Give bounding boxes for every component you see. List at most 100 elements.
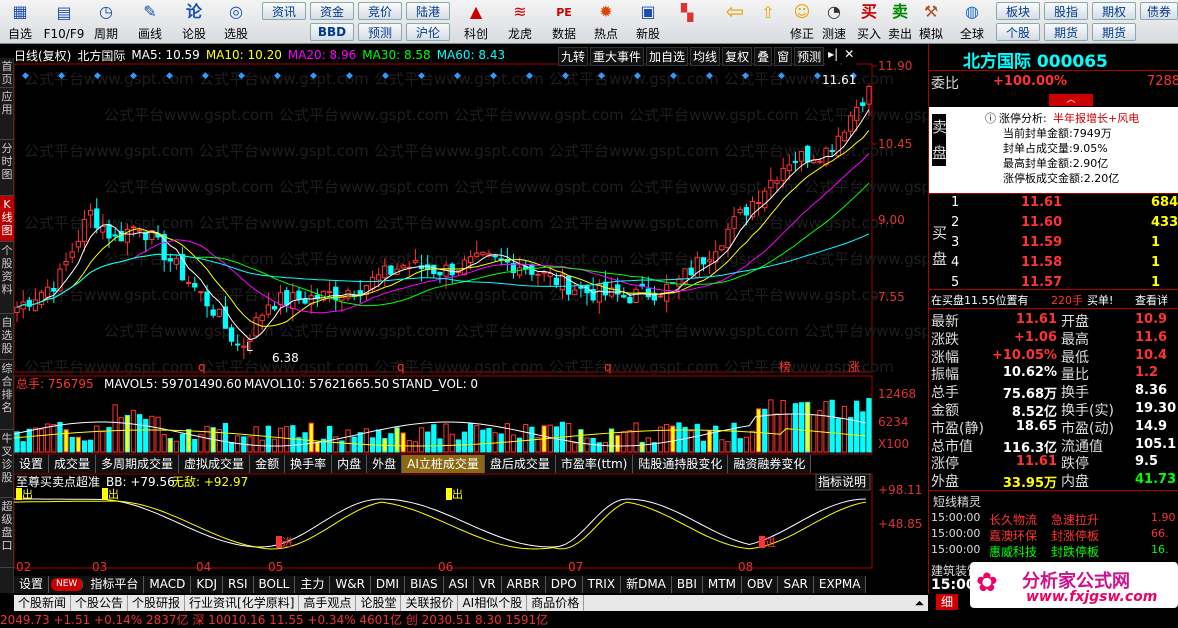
ind-tab-trix[interactable]: TRIX: [583, 576, 622, 593]
tab-outer[interactable]: 外盘: [367, 455, 403, 473]
toolbar-hot[interactable]: ✹ 热点: [586, 2, 626, 42]
tab-hk-connect[interactable]: 陆股通持股变化: [633, 455, 729, 473]
ind-tab-newdma[interactable]: 新DMA: [621, 576, 672, 593]
btn-overlay[interactable]: 叠: [754, 47, 773, 66]
tab-multi-volume[interactable]: 多周期成交量: [96, 455, 180, 473]
ind-tab-obv[interactable]: OBV: [742, 576, 779, 593]
tab-ai-similar[interactable]: AI相似个股: [458, 595, 528, 611]
btn-predict[interactable]: 预测: [794, 47, 825, 66]
sidebar-timeshare[interactable]: 分时图: [0, 140, 14, 196]
tab-announce[interactable]: 个股公告: [71, 595, 129, 611]
btn-forecast[interactable]: 预测: [358, 23, 402, 41]
btn-futures-2[interactable]: 期货: [1092, 23, 1136, 41]
btn-hk[interactable]: 陆港: [406, 2, 450, 20]
ind-tab-mtm[interactable]: MTM: [703, 576, 742, 593]
kline-chart[interactable]: 公式平台www.gspt.com 公式平台www.gspt.com 公式平台www.…: [13, 44, 974, 576]
btn-stock[interactable]: 个股: [996, 23, 1040, 41]
toolbar-kechuang[interactable]: ▲ 科创: [456, 2, 496, 42]
ind-tab-platform[interactable]: 指标平台: [85, 576, 145, 593]
ind-tab-rsi[interactable]: RSI: [223, 576, 254, 593]
ind-tab-dpo[interactable]: DPO: [546, 576, 583, 593]
toolbar-period[interactable]: ◷ 周期: [88, 2, 124, 42]
view-detail-link[interactable]: 查看详: [1135, 292, 1168, 308]
sidebar-rank[interactable]: 综合排名: [0, 360, 14, 430]
btn-ma[interactable]: 均线: [690, 47, 721, 66]
toolbar-f10[interactable]: ▤ F10/F9: [44, 2, 85, 42]
btn-jiuzhuan[interactable]: 九转: [558, 47, 589, 66]
ind-tab-boll[interactable]: BOLL: [254, 576, 296, 593]
sidebar-profile[interactable]: 个股资料: [0, 242, 14, 314]
ind-tab-sar[interactable]: SAR: [778, 576, 814, 593]
ind-tab-bias[interactable]: BIAS: [405, 576, 444, 593]
btn-sector[interactable]: 板块: [996, 2, 1040, 20]
btn-option[interactable]: 期权: [1092, 2, 1136, 20]
ind-tab-bbi[interactable]: BBI: [672, 576, 703, 593]
tab-margin[interactable]: 融资融券变化: [728, 455, 812, 473]
toolbar-layout[interactable]: ▚: [672, 2, 702, 42]
btn-index[interactable]: 股指: [1044, 2, 1088, 20]
toolbar-fix[interactable]: ☺ 修正: [786, 2, 818, 42]
tab-ai-volume[interactable]: AI立桩成交量: [402, 455, 485, 473]
toolbar-data[interactable]: PE 数据: [544, 2, 584, 42]
tab-commodity[interactable]: 商品价格: [527, 595, 585, 611]
toolbar-picker[interactable]: ◎ 选股: [218, 2, 254, 42]
sidebar-orderbook[interactable]: 超级盘口: [0, 498, 14, 568]
toolbar-buy[interactable]: 买买入: [854, 2, 884, 42]
tab-forum[interactable]: 论股堂: [356, 595, 402, 611]
tab-research[interactable]: 个股研报: [128, 595, 186, 611]
toolbar-watchlist[interactable]: ▦ 自选: [4, 2, 36, 42]
expand-icon[interactable]: ⏶: [584, 595, 928, 611]
toolbar-speed[interactable]: ◔ 测速: [818, 2, 850, 42]
tab-related[interactable]: 关联报价: [401, 595, 459, 611]
spirit-stock[interactable]: 惠威科技: [989, 543, 1037, 560]
tab-stock-news[interactable]: 个股新闻: [14, 595, 72, 611]
ind-tab-expma[interactable]: EXPMA: [814, 576, 867, 593]
tab-turnover[interactable]: 换手率: [285, 455, 333, 473]
btn-window[interactable]: 窗: [774, 47, 793, 66]
toolbar-discuss[interactable]: 论论股: [176, 2, 212, 42]
ind-tab-macd[interactable]: MACD: [144, 576, 192, 593]
toolbar-draw[interactable]: ✎ 画线: [132, 2, 168, 42]
btn-news[interactable]: 资讯: [262, 2, 306, 20]
tab-industry[interactable]: 行业资讯[化学原料]: [185, 595, 300, 611]
tab-vol-settings[interactable]: 设置: [14, 455, 50, 473]
close-icon[interactable]: ✕: [842, 47, 857, 66]
tab-pe-ttm[interactable]: 市盈率(ttm): [555, 455, 634, 473]
tab-volume[interactable]: 成交量: [49, 455, 97, 473]
sidebar-kline[interactable]: K线图: [0, 196, 14, 242]
btn-london[interactable]: 沪伦: [406, 23, 450, 41]
tab-after-hours[interactable]: 盘后成交量: [484, 455, 556, 473]
sidebar-home[interactable]: 首页: [0, 58, 14, 88]
next-arrow-icon[interactable]: ▸|: [826, 47, 841, 66]
btn-add-watch[interactable]: 加自选: [646, 47, 689, 66]
collapse-up-icon[interactable]: ︿: [1049, 94, 1093, 106]
toolbar-sell[interactable]: 卖卖出: [885, 2, 915, 42]
ind-tab-asi[interactable]: ASI: [444, 576, 475, 593]
toolbar-sim[interactable]: ⚒ 模拟: [916, 2, 946, 42]
btn-bbd[interactable]: BBD: [310, 23, 354, 41]
tab-virtual-volume[interactable]: 虚拟成交量: [179, 455, 251, 473]
btn-auction[interactable]: 竞价: [358, 2, 402, 20]
toolbar-global[interactable]: ◍ 全球: [954, 2, 990, 42]
btn-fund[interactable]: 资金: [310, 2, 354, 20]
ind-tab-settings[interactable]: 设置: [14, 576, 50, 593]
ind-tab-wr[interactable]: W&R: [330, 576, 371, 593]
ind-tab-arbr[interactable]: ARBR: [502, 576, 546, 593]
toolbar-longhu[interactable]: ≋ 龙虎: [500, 2, 540, 42]
sidebar-watch[interactable]: 自选股: [0, 314, 14, 360]
btn-bond[interactable]: 债券: [1140, 2, 1178, 20]
toolbar-back[interactable]: ⇦: [720, 2, 750, 42]
tab-amount[interactable]: 金额: [250, 455, 286, 473]
spirit-stock[interactable]: 嘉澳环保: [989, 527, 1037, 544]
tab-expert[interactable]: 高手观点: [299, 595, 357, 611]
sidebar-app[interactable]: 应用: [0, 88, 14, 140]
toolbar-up[interactable]: ⇧: [756, 2, 780, 42]
tab-inner[interactable]: 内盘: [332, 455, 368, 473]
spirit-stock[interactable]: 长久物流: [989, 511, 1037, 528]
btn-events[interactable]: 重大事件: [590, 47, 645, 66]
ind-tab-main[interactable]: 主力: [295, 576, 331, 593]
ind-tab-dmi[interactable]: DMI: [371, 576, 406, 593]
ind-tab-vr[interactable]: VR: [474, 576, 502, 593]
sidebar-diagnose[interactable]: 牛叉诊股: [0, 430, 14, 498]
detail-tab[interactable]: 细: [936, 594, 958, 610]
